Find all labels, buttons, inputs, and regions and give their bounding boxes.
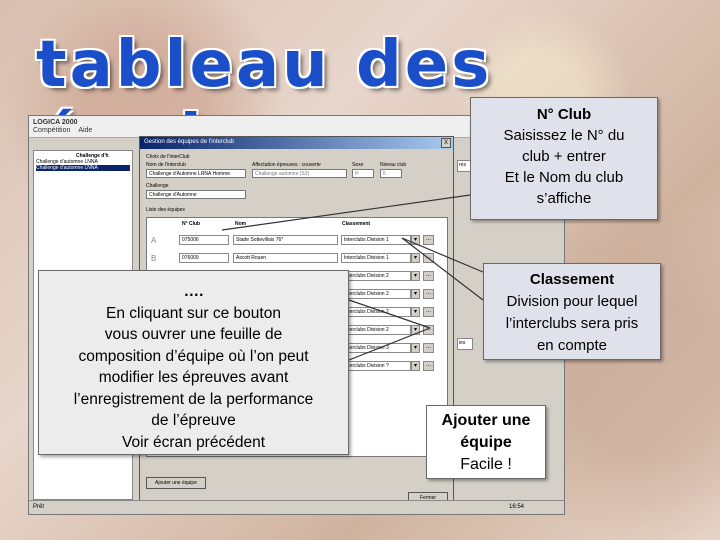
callout-bouton-line: En cliquant sur ce bouton: [106, 304, 281, 322]
compose-team-button[interactable]: ...: [423, 343, 434, 353]
label-nom: Nom de l'interclub: [146, 162, 186, 168]
compose-team-button[interactable]: ...: [423, 235, 434, 245]
classement-select[interactable]: Interclubs Division 1: [341, 253, 411, 263]
compose-team-button[interactable]: ...: [423, 307, 434, 317]
callout-classement: Classement Division pour lequel l’interc…: [483, 263, 661, 360]
callout-bouton: …. En cliquant sur ce bouton vous ouvrer…: [38, 270, 349, 455]
callout-ajouter-line: Facile !: [460, 456, 512, 473]
club-name-field[interactable]: Stade Sottevillais 76*: [233, 235, 338, 245]
callout-bouton-line: composition d’équipe où l’on peut: [78, 347, 309, 365]
close-icon[interactable]: X: [441, 138, 451, 148]
callout-club-line: s’affiche: [536, 190, 592, 207]
niveau-field[interactable]: 5: [380, 169, 402, 178]
group-label-club: Choix de l'InterClub: [146, 154, 190, 160]
table-row: B 076009 Ascott Rouen Interclubs Division 1…: [147, 250, 447, 266]
label-affectation: Affectation épreuves : couverte: [252, 162, 321, 168]
tree-item[interactable]: Challenge d'automne LNNA: [36, 165, 130, 171]
nom-field[interactable]: Challenge d'Automne LRNA Homme: [146, 169, 246, 178]
callout-ajouter: Ajouter une équipe Facile !: [426, 405, 546, 479]
status-right: 16:54: [508, 504, 524, 510]
chevron-down-icon[interactable]: ▾: [411, 235, 420, 245]
chevron-down-icon[interactable]: ▾: [411, 325, 420, 335]
callout-club-line: Saisissez le N° du: [503, 127, 625, 144]
callout-bouton-line: vous ouvrer une feuille de: [104, 326, 283, 343]
chevron-down-icon[interactable]: ▾: [411, 307, 420, 317]
classement-select[interactable]: Interclubs Division 3: [341, 343, 411, 353]
label-challenge: Challenge: [146, 183, 169, 189]
callout-bouton-title: ….: [183, 283, 204, 300]
challenge-field[interactable]: Challenge d'Automne: [146, 190, 246, 199]
row-letter: B: [151, 254, 157, 263]
classement-select[interactable]: Interclubs Division ?: [341, 361, 411, 371]
chevron-down-icon[interactable]: ▾: [411, 289, 420, 299]
chevron-down-icon[interactable]: ▾: [411, 343, 420, 353]
callout-bouton-line: modifier les épreuves avant: [98, 369, 289, 386]
label-liste: Liste des équipes: [146, 207, 185, 213]
table-row: A 075006 Stade Sottevillais 76* Interclubs …: [147, 232, 447, 248]
row-letter: A: [151, 236, 157, 245]
col-header-classement: Classement: [342, 221, 371, 227]
compose-team-button[interactable]: ...: [423, 253, 434, 263]
callout-classement-line: Division pour lequel: [506, 293, 638, 310]
callout-classement-title: Classement: [529, 271, 615, 288]
classement-select[interactable]: Interclubs Division 2: [341, 271, 411, 281]
compose-team-button[interactable]: ...: [423, 361, 434, 371]
affectation-field[interactable]: Challenge automne (S3): [252, 169, 347, 178]
add-team-button[interactable]: Ajouter une équipe: [146, 477, 206, 489]
classement-select[interactable]: Interclubs Division 2: [341, 307, 411, 317]
status-bar: Prêt 16:54: [29, 500, 564, 514]
callout-club-line: club + entrer: [522, 148, 606, 165]
callout-ajouter-title: Ajouter une: [441, 412, 531, 429]
chevron-down-icon[interactable]: ▾: [411, 271, 420, 281]
classement-select[interactable]: Interclubs Division 2: [341, 289, 411, 299]
label-sexe: Sexe: [352, 162, 364, 168]
compose-team-button[interactable]: ...: [423, 271, 434, 281]
callout-classement-line: l’interclubs sera pris: [505, 315, 639, 332]
callout-bouton-line: l’enregistrement de la performance: [73, 390, 314, 408]
club-name-field[interactable]: Ascott Rouen: [233, 253, 338, 263]
callout-bouton-line: Voir écran précédent: [121, 433, 266, 451]
callout-club: N° Club Saisissez le N° du club + entrer…: [470, 97, 658, 220]
callout-club-title: N° Club: [536, 106, 592, 123]
sexe-field[interactable]: H: [352, 169, 374, 178]
compose-team-button[interactable]: ...: [423, 289, 434, 299]
callout-bouton-line: de l’épreuve: [151, 412, 236, 429]
chevron-down-icon[interactable]: ▾: [411, 253, 420, 263]
callout-ajouter-title2: équipe: [460, 434, 512, 451]
col-header-nom: Nom: [235, 221, 247, 227]
classement-select[interactable]: Interclubs Division 2: [341, 325, 411, 335]
callout-classement-line: en compte: [536, 337, 608, 354]
callout-club-line: Et le Nom du club: [504, 169, 624, 186]
compose-team-button[interactable]: ...: [423, 325, 434, 335]
menu-item-aide[interactable]: Aide: [78, 127, 92, 134]
menu-item-competition[interactable]: Compétition: [33, 127, 70, 134]
side-panel-b: ies: [457, 338, 473, 350]
status-left: Prêt: [33, 504, 45, 510]
label-niveau: Niveau club: [380, 162, 407, 168]
club-number-input[interactable]: 076009: [179, 253, 229, 263]
dialog-title: Gestion des équipes de l'interclub: [140, 137, 453, 149]
club-number-input[interactable]: 075006: [179, 235, 229, 245]
col-header-club: N° Club: [182, 221, 201, 227]
classement-select[interactable]: Interclubs Division 1: [341, 235, 411, 245]
chevron-down-icon[interactable]: ▾: [411, 361, 420, 371]
